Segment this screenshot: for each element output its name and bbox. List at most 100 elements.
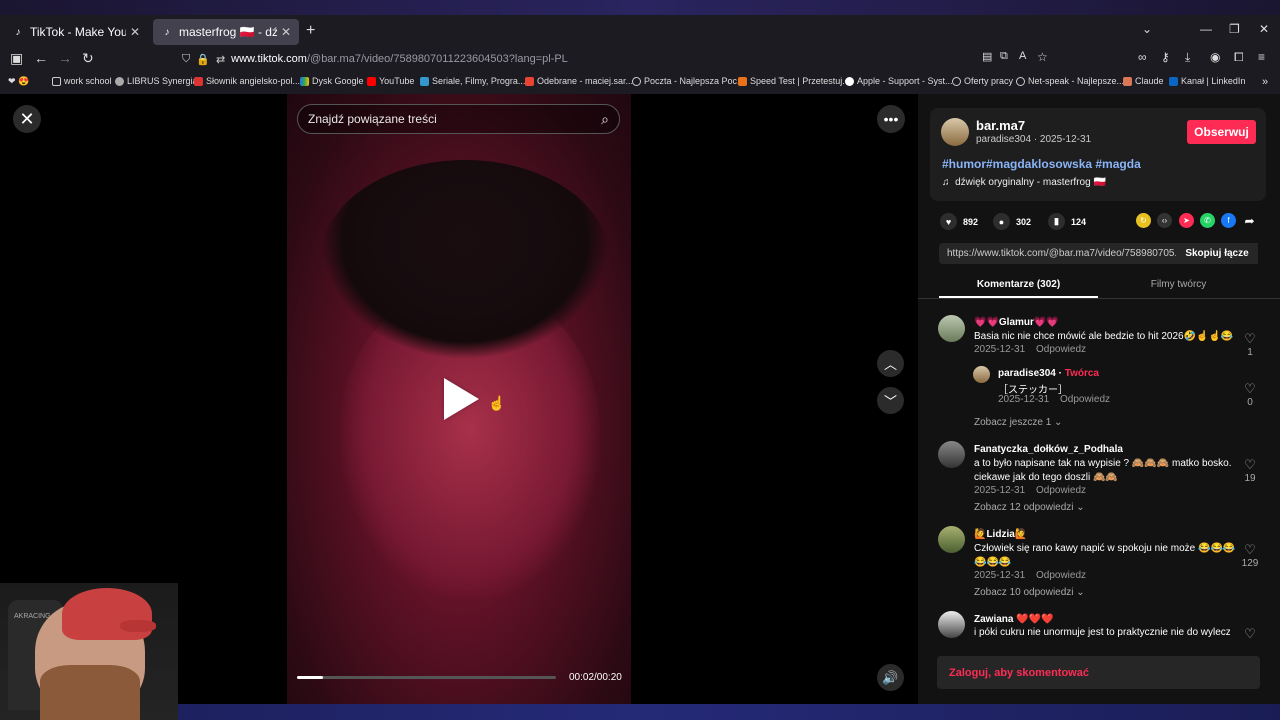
bookmark-item[interactable]: Dysk Google xyxy=(300,76,364,86)
forward-icon[interactable]: → xyxy=(58,50,72,66)
more-options-button[interactable]: ••• xyxy=(877,105,905,133)
permissions-icon[interactable]: ⇄ xyxy=(216,53,225,66)
reader-icon[interactable]: ▤ xyxy=(982,50,992,63)
embed-icon[interactable]: ‹› xyxy=(1157,213,1172,228)
bookmark-item[interactable]: LIBRUS Synergia xyxy=(115,76,198,86)
reply-link[interactable]: Odpowiedz xyxy=(1036,570,1086,581)
comment-like-icon[interactable]: ♡ xyxy=(1242,542,1258,558)
url-bar[interactable]: ⛉ 🔒 ⇄ www.tiktok.com/@bar.ma7/video/7589… xyxy=(176,47,1056,71)
save-stat[interactable]: ▮ 124 xyxy=(1048,213,1086,230)
more-bookmarks-icon[interactable]: » xyxy=(1262,76,1268,88)
author-avatar[interactable] xyxy=(941,118,969,146)
view-more-replies[interactable]: Zobacz jeszcze 1 ⌄ xyxy=(974,417,1062,428)
key-icon[interactable]: ⚷ xyxy=(1161,50,1170,64)
related-search-input[interactable]: Znajdź powiązane treści ⌕ xyxy=(297,104,620,134)
youtube-icon xyxy=(367,76,376,86)
reply-link[interactable]: Odpowiedz xyxy=(1060,394,1110,405)
reload-icon[interactable]: ↻ xyxy=(82,50,94,67)
translate-icon[interactable]: A xyxy=(1019,50,1026,62)
extension-icon[interactable]: ∞ xyxy=(1138,50,1147,64)
tab-comments[interactable]: Komentarze (302) xyxy=(939,276,1098,298)
profile-icon[interactable]: ◉ xyxy=(1210,50,1220,64)
commenter-name[interactable]: Fanatyczka_dołków_z_Podhala xyxy=(974,444,1123,455)
browser-tab-tiktok[interactable]: ♪ TikTok - Make Your Day ✕ xyxy=(4,19,148,45)
comment-like-icon[interactable]: ♡ xyxy=(1242,626,1258,642)
search-icon[interactable]: ⌕ xyxy=(601,111,609,128)
chevron-down-icon: ﹀ xyxy=(883,394,897,409)
bookmark-item[interactable]: YouTube xyxy=(367,76,414,86)
back-icon[interactable]: ← xyxy=(34,50,48,66)
sidebar-icon[interactable]: ▣ xyxy=(10,50,23,67)
comment-like-icon[interactable]: ♡ xyxy=(1242,381,1258,397)
bookmark-item[interactable]: work school xyxy=(52,76,112,86)
bookmark-item[interactable]: Oferty pracy xyxy=(952,76,1013,86)
tab-list-icon[interactable]: ⌄ xyxy=(1142,22,1152,36)
extensions-icon[interactable]: ⧠ xyxy=(1234,50,1244,65)
minimize-icon[interactable]: — xyxy=(1200,22,1212,36)
volume-button[interactable]: 🔊 xyxy=(877,664,904,691)
bookmark-item[interactable]: Poczta - Najlepsza Poc... xyxy=(632,76,745,86)
close-video-button[interactable]: ✕ xyxy=(13,105,41,133)
comment-like-icon[interactable]: ♡ xyxy=(1242,457,1258,473)
follow-button[interactable]: Obserwuj xyxy=(1187,120,1256,144)
commenter-name[interactable]: 💗💗Glamur💗💗 xyxy=(974,317,1059,328)
bookmark-item[interactable]: Speed Test | Przetestuj... xyxy=(738,76,850,86)
reply-link[interactable]: Odpowiedz xyxy=(1036,344,1086,355)
restore-icon[interactable]: ❐ xyxy=(1229,22,1240,36)
repost-icon[interactable]: ↻ xyxy=(1136,213,1151,228)
share-icon[interactable]: ➦ xyxy=(1242,213,1257,228)
like-stat[interactable]: ♥ 892 xyxy=(940,213,978,230)
commenter-name[interactable]: paradise304 · Twórca xyxy=(998,368,1099,379)
bookmark-item[interactable]: Kanał | LinkedIn xyxy=(1169,76,1245,86)
facebook-icon[interactable]: f xyxy=(1221,213,1236,228)
close-window-icon[interactable]: ✕ xyxy=(1259,22,1269,36)
menu-icon[interactable]: ≡ xyxy=(1258,50,1265,64)
post-hashtags[interactable]: #humor#magdaklosowska #magda xyxy=(942,157,1141,171)
previous-video-button[interactable]: ︿ xyxy=(877,350,904,377)
close-tab-icon[interactable]: ✕ xyxy=(130,25,140,39)
whatsapp-icon[interactable]: ✆ xyxy=(1200,213,1215,228)
download-icon[interactable]: ⤓ xyxy=(1185,50,1190,65)
commenter-avatar[interactable] xyxy=(938,526,965,553)
commenter-name[interactable]: 🙋Lidzia🙋 xyxy=(974,529,1027,540)
view-more-replies[interactable]: Zobacz 12 odpowiedzi ⌄ xyxy=(974,502,1085,513)
new-tab-icon[interactable]: + xyxy=(306,22,315,40)
bookmark-star-icon[interactable]: ☆ xyxy=(1037,50,1048,64)
speedtest-icon xyxy=(738,76,747,86)
commenter-name[interactable]: Zawiana ❤️❤️❤️ xyxy=(974,614,1054,625)
commenter-avatar[interactable] xyxy=(938,441,965,468)
close-tab-icon[interactable]: ✕ xyxy=(281,25,291,39)
next-video-button[interactable]: ﹀ xyxy=(877,387,904,414)
view-more-replies[interactable]: Zobacz 10 odpowiedzi ⌄ xyxy=(974,587,1085,598)
browser-tab-active[interactable]: ♪ masterfrog 🇵🇱 - dźwięk orygi ✕ xyxy=(153,19,299,45)
bookmark-item[interactable]: Słownik angielsko-pol... xyxy=(194,76,300,86)
chair-logo: AKRACING xyxy=(14,613,51,620)
comment-date: 2025-12-31 xyxy=(998,394,1050,405)
url-path: /@bar.ma7/video/7589807011223604503?lang… xyxy=(306,53,568,65)
comment-stat[interactable]: ● 302 xyxy=(993,213,1031,230)
tiktok-icon: ♪ xyxy=(164,26,170,38)
post-sound[interactable]: ♫ dźwięk oryginalny - masterfrog 🇵🇱 xyxy=(942,177,1106,188)
tab-creator-videos[interactable]: Filmy twórcy xyxy=(1099,276,1258,298)
login-to-comment-button[interactable]: Zaloguj, aby skomentować xyxy=(937,656,1260,689)
screenshot-icon[interactable]: ⧉ xyxy=(1000,50,1008,63)
video-progress-bar[interactable] xyxy=(297,676,556,679)
commenter-avatar[interactable] xyxy=(973,366,990,383)
bookmark-item[interactable]: Odebrane - maciej.sar... xyxy=(525,76,633,86)
bookmark-item[interactable]: Apple - Support - Syst... xyxy=(845,76,953,86)
bookmark-item[interactable]: Claude xyxy=(1123,76,1164,86)
reply-link[interactable]: Odpowiedz xyxy=(1036,485,1086,496)
send-icon[interactable]: ➤ xyxy=(1179,213,1194,228)
chevron-up-icon: ︿ xyxy=(883,357,897,372)
commenter-avatar[interactable] xyxy=(938,315,965,342)
copy-link-button[interactable]: Skopiuj łącze xyxy=(1176,243,1258,264)
comment-like-count: 129 xyxy=(1241,558,1259,569)
comment-like-icon[interactable]: ♡ xyxy=(1242,331,1258,347)
video-time: 00:02/00:20 xyxy=(569,672,622,683)
commenter-avatar[interactable] xyxy=(938,611,965,638)
bookmark-item[interactable]: Net-speak - Najlepsze... xyxy=(1016,76,1124,86)
bookmark-hearts[interactable]: ❤ 😍 xyxy=(8,76,29,87)
bookmark-item[interactable]: Seriale, Filmy, Progra... xyxy=(420,76,525,86)
play-icon[interactable] xyxy=(444,378,479,420)
author-username[interactable]: bar.ma7 xyxy=(976,118,1025,133)
